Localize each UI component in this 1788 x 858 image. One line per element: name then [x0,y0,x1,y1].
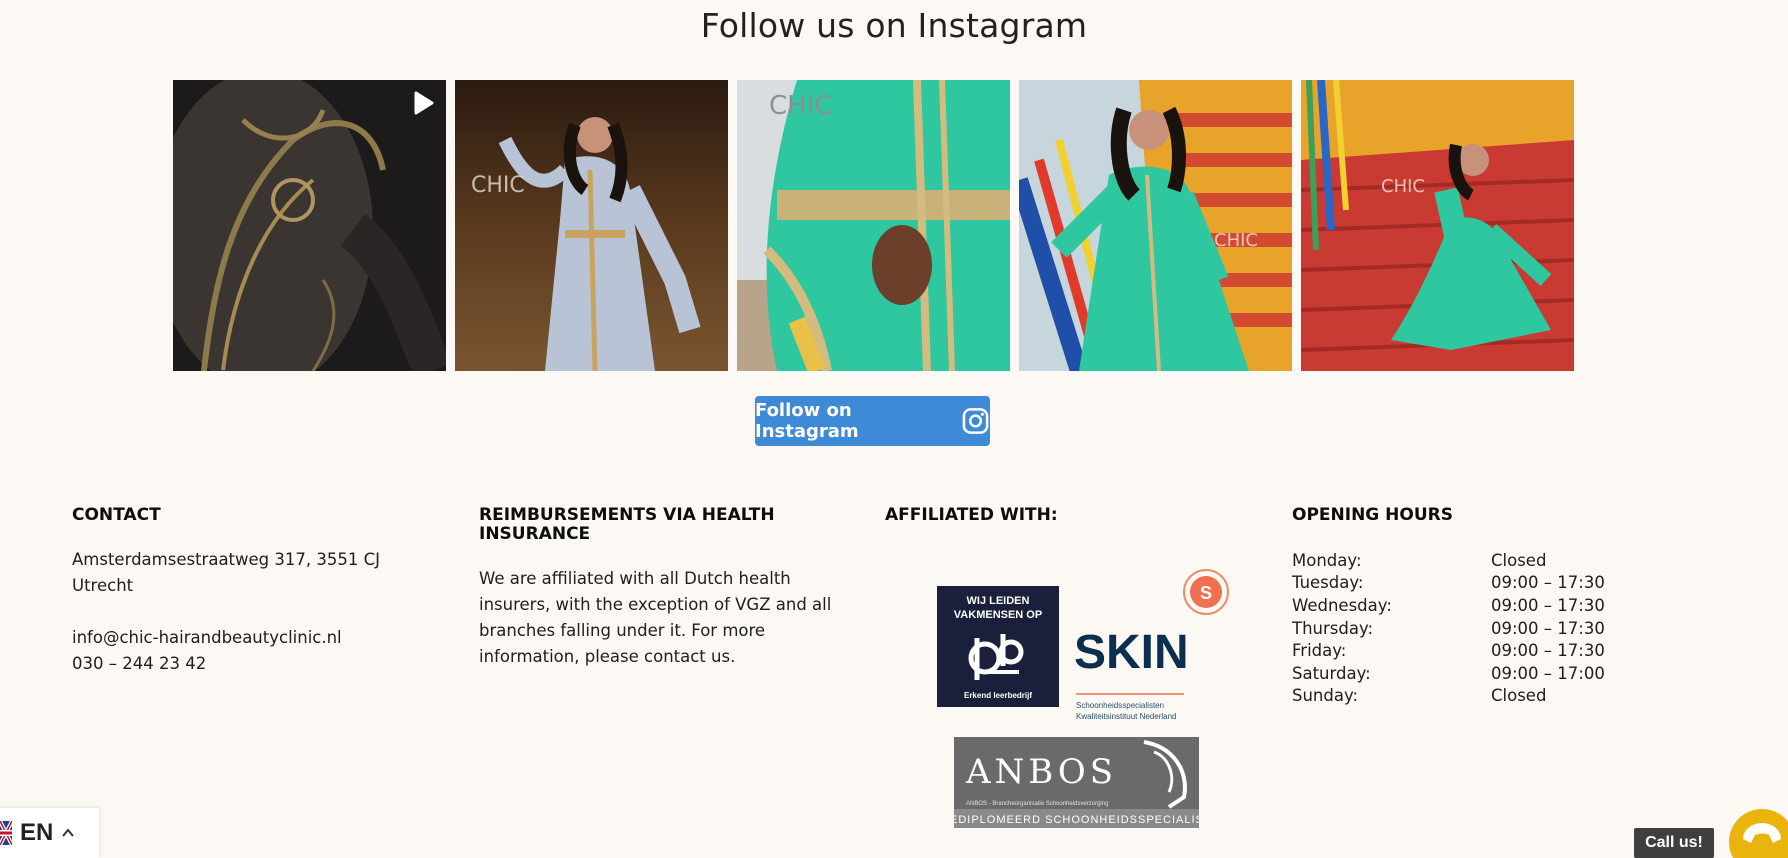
phone-icon [1743,823,1781,843]
follow-on-instagram-label: Follow on Instagram [755,400,859,442]
hours-time: 09:00 – 17:30 [1491,641,1605,661]
svg-text:CHIC: CHIC [1214,230,1258,251]
instagram-post[interactable]: CHIC [455,80,728,371]
instagram-icon [962,408,989,434]
instagram-post-image: CHIC [1019,80,1292,371]
svg-text:Erkend leerbedrijf: Erkend leerbedrijf [964,691,1032,700]
instagram-post-image: CHIC [1301,80,1574,371]
hours-time: Closed [1491,686,1547,706]
hours-row: Tuesday: 09:00 – 17:30 [1292,572,1712,595]
instagram-post[interactable]: CHIC [1301,80,1574,371]
uk-flag-icon [0,821,12,845]
hours-day: Wednesday: [1292,595,1392,615]
reimbursements-text: We are affiliated with all Dutch health … [479,569,832,666]
contact-address: Amsterdamsestraatweg 317, 3551 CJ Utrech… [72,547,402,599]
svg-text:CHIC: CHIC [769,91,833,121]
hours-time: 09:00 – 17:00 [1491,663,1605,683]
affiliated-heading: AFFILIATED WITH: [885,505,1058,525]
instagram-feed: CHIC CHIC CHIC CHIC [173,80,1574,371]
sbb-erkend-leerbedrijf-logo: WIJ LEIDEN VAKMENSEN OP Erkend leerbedri… [937,586,1059,707]
footer-opening-hours: OPENING HOURS Monday: Closed Tuesday: 09… [1292,506,1712,707]
svg-text:ANBOS: ANBOS [965,752,1117,792]
footer-reimbursements: REIMBURSEMENTS VIA HEALTH INSURANCE We a… [479,506,859,670]
hours-table: Monday: Closed Tuesday: 09:00 – 17:30 We… [1292,549,1712,707]
svg-text:Schoonheidsspecialisten: Schoonheidsspecialisten [1076,701,1164,710]
phone-link[interactable]: 030 – 244 23 42 [72,651,402,677]
svg-text:VAKMENSEN OP: VAKMENSEN OP [954,609,1042,621]
hours-day: Thursday: [1292,618,1374,638]
instagram-post[interactable]: CHIC [737,80,1010,371]
hours-row: Thursday: 09:00 – 17:30 [1292,617,1712,640]
svg-text:WIJ LEIDEN: WIJ LEIDEN [967,595,1030,607]
hours-time: Closed [1491,550,1547,570]
footer-affiliated: AFFILIATED WITH: [885,506,1265,525]
skin-logo: S SKIN Schoonheidsspecialisten Kwaliteit… [1074,569,1229,721]
hours-row: Friday: 09:00 – 17:30 [1292,639,1712,662]
svg-text:S: S [1200,583,1212,603]
hours-time: 09:00 – 17:30 [1491,618,1605,638]
hours-day: Saturday: [1292,663,1371,683]
opening-hours-heading: OPENING HOURS [1292,505,1453,525]
instagram-post-image: CHIC [737,80,1010,371]
call-us-label[interactable]: Call us! [1634,828,1714,858]
hours-time: 09:00 – 17:30 [1491,573,1605,593]
hours-day: Tuesday: [1292,573,1364,593]
follow-on-instagram-button[interactable]: Follow on Instagram [755,396,990,446]
address-line: Amsterdamsestraatweg 317, 3551 CJ [72,550,380,569]
hours-row: Saturday: 09:00 – 17:00 [1292,662,1712,685]
anbos-logo: ANBOS ANBOS - Brancheorganisatie Schoonh… [954,737,1199,828]
instagram-post[interactable] [173,80,446,371]
hours-row: Sunday: Closed [1292,685,1712,708]
svg-text:Kwaliteitsinstituut Nederland: Kwaliteitsinstituut Nederland [1076,712,1177,721]
instagram-post-image: CHIC [455,80,728,371]
instagram-post-image [173,80,446,371]
language-code: EN [20,819,54,846]
contact-heading: CONTACT [72,505,161,525]
hours-day: Sunday: [1292,686,1359,706]
hours-day: Monday: [1292,550,1362,570]
instagram-title: Follow us on Instagram [700,6,1088,45]
hours-time: 09:00 – 17:30 [1491,595,1605,615]
svg-text:SKIN: SKIN [1074,626,1189,679]
hours-row: Monday: Closed [1292,549,1712,572]
call-button[interactable] [1729,809,1788,858]
language-switcher[interactable]: EN [0,808,99,858]
svg-text:ANBOS - Brancheorganisatie Sch: ANBOS - Brancheorganisatie Schoonheidsve… [966,801,1108,807]
play-icon [414,91,434,115]
chevron-up-icon [62,828,75,837]
svg-text:CHIC: CHIC [471,173,525,198]
email-link[interactable]: info@chic-hairandbeautyclinic.nl [72,625,402,651]
svg-text:GEDIPLOMEERD SCHOONHEIDSSPECIA: GEDIPLOMEERD SCHOONHEIDSSPECIALIST [954,814,1199,826]
reimbursements-heading: REIMBURSEMENTS VIA HEALTH INSURANCE [479,505,775,544]
footer-contact: CONTACT Amsterdamsestraatweg 317, 3551 C… [72,506,402,677]
svg-text:CHIC: CHIC [1381,176,1425,197]
instagram-post[interactable]: CHIC [1019,80,1292,371]
hours-row: Wednesday: 09:00 – 17:30 [1292,594,1712,617]
hours-day: Friday: [1292,641,1347,661]
address-line: Utrecht [72,576,134,595]
